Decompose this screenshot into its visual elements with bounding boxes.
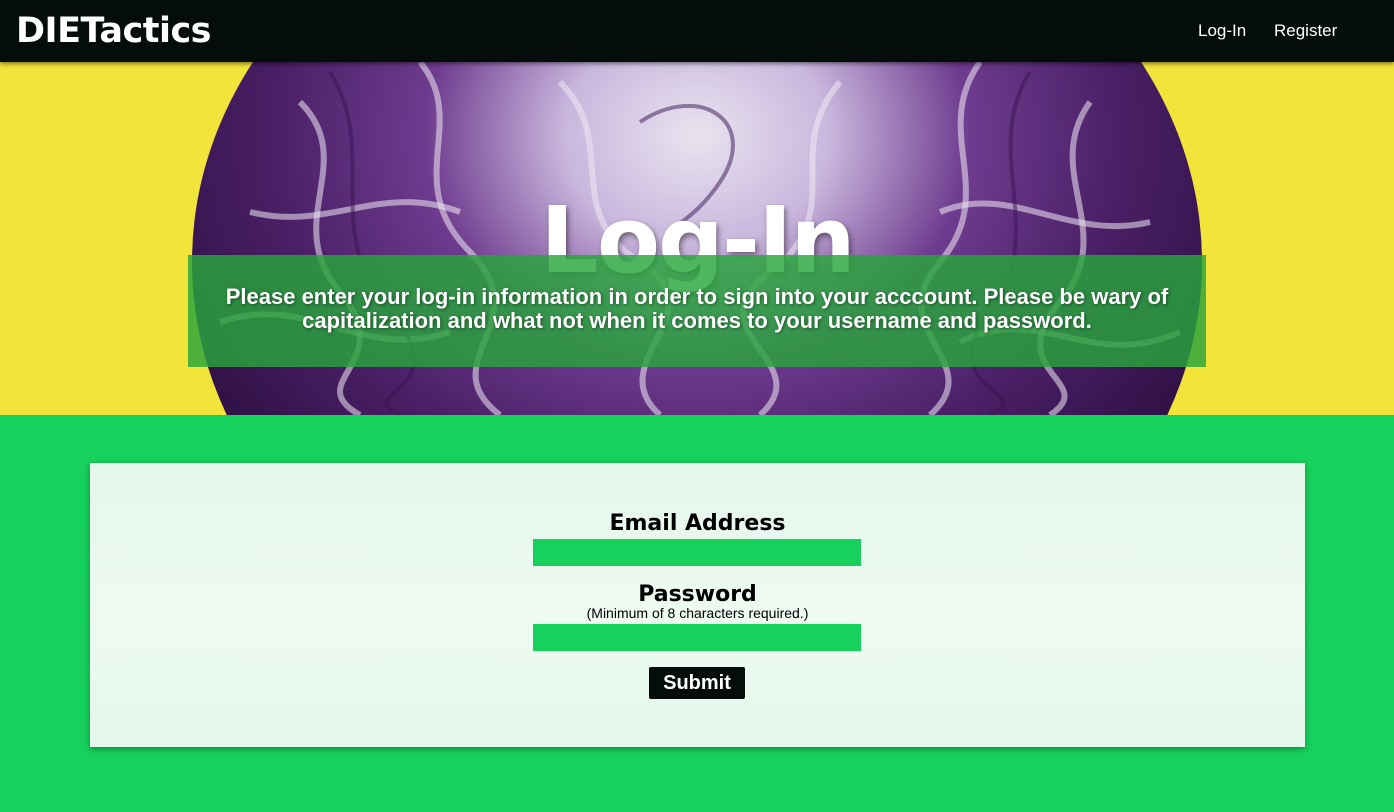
login-form-card: Email Address Password (Minimum of 8 cha… <box>90 463 1305 747</box>
hero-banner: Log-In Please enter your log-in informat… <box>0 62 1394 415</box>
top-navbar: DIETactics Log-In Register <box>0 0 1394 62</box>
nav-register-link[interactable]: Register <box>1274 20 1337 42</box>
password-input[interactable] <box>533 624 861 651</box>
password-hint: (Minimum of 8 characters required.) <box>586 605 809 621</box>
submit-button[interactable]: Submit <box>649 667 745 699</box>
login-instructions: Please enter your log-in information in … <box>188 255 1206 367</box>
email-input[interactable] <box>533 539 861 566</box>
brand-logo[interactable]: DIETactics <box>16 9 212 53</box>
email-label: Email Address <box>609 511 786 536</box>
nav-login-link[interactable]: Log-In <box>1198 20 1246 42</box>
